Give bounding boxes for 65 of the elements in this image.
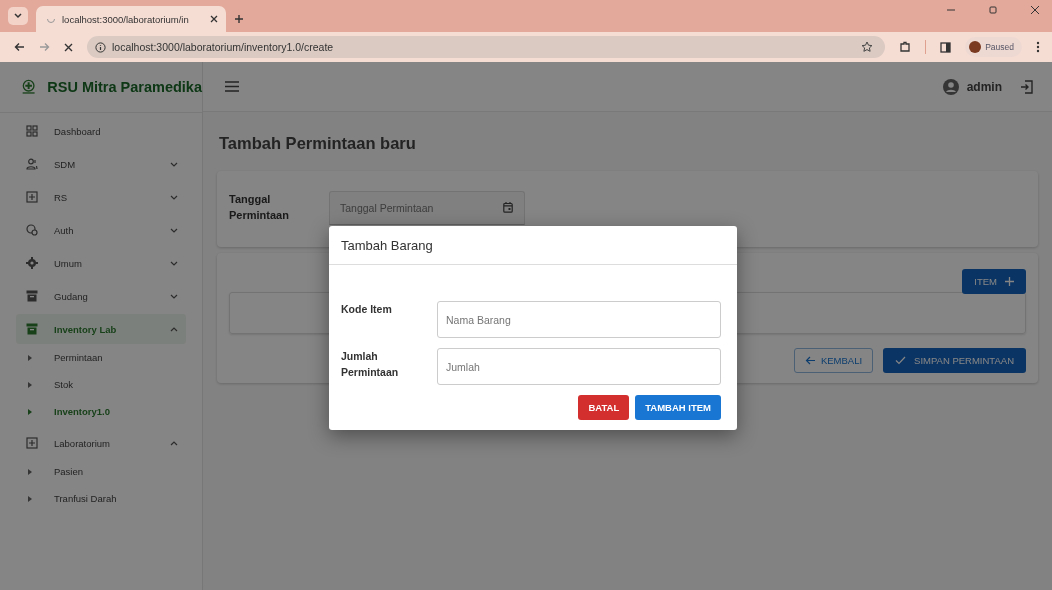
menu-item-icon	[26, 158, 38, 170]
input-field[interactable]: Nama Barang	[437, 301, 721, 338]
puzzle-icon[interactable]	[899, 41, 912, 53]
modal-title: Tambah Barang	[329, 226, 737, 265]
tab-title: localhost:3000/laboratorium/in	[62, 13, 190, 25]
sidebar-subitem[interactable]: Tranfusi Darah	[16, 485, 186, 512]
brand-name: RSU Mitra Paramedika	[47, 79, 202, 95]
sidebar-subitem[interactable]: Stok	[16, 371, 186, 398]
field-label: Tanggal Permintaan	[229, 192, 290, 223]
star-icon[interactable]	[861, 41, 874, 53]
tab-list-button[interactable]	[8, 7, 28, 25]
user-avatar-icon	[942, 78, 959, 95]
menu-item-icon	[26, 125, 38, 137]
address-bar[interactable]: localhost:3000/laboratorium/inventory1.0/create	[87, 36, 886, 58]
close-icon[interactable]	[1030, 5, 1040, 15]
cancel-button[interactable]: BATAL	[578, 395, 630, 420]
sidebar-item[interactable]: Umum	[16, 248, 186, 278]
menu-item-icon	[26, 191, 38, 203]
sidebar-item[interactable]: Inventory Lab	[16, 314, 186, 344]
plus-icon[interactable]	[234, 14, 244, 24]
sidebar-subitem[interactable]: Permintaan	[16, 344, 186, 371]
chevron-icon	[14, 13, 22, 19]
add-item-button[interactable]: ITEM	[962, 269, 1026, 294]
logout-icon[interactable]	[1020, 79, 1034, 94]
back-arrow-icon[interactable]	[14, 42, 25, 52]
sidebar-item[interactable]: RS	[16, 182, 186, 212]
input-field[interactable]: Jumlah	[437, 348, 721, 385]
sidebar-item[interactable]: Auth	[16, 215, 186, 245]
more-icon[interactable]	[1036, 41, 1040, 53]
sidebar-item[interactable]: Laboratorium	[16, 428, 186, 458]
triangle-icon	[28, 495, 32, 502]
side-panel-icon[interactable]	[940, 41, 952, 53]
stop-icon[interactable]	[64, 42, 73, 52]
menu-item-icon	[26, 290, 38, 302]
check-icon	[895, 356, 907, 365]
save-button[interactable]: SIMPAN PERMINTAAN	[883, 348, 1026, 373]
plus-icon	[1005, 277, 1014, 286]
calendar-icon[interactable]	[503, 202, 513, 213]
close-icon[interactable]	[210, 15, 218, 23]
sidebar-subitem[interactable]: Pasien	[16, 458, 186, 485]
user-name: admin	[966, 79, 1002, 94]
profile-button[interactable]: Paused	[965, 37, 1022, 57]
sidebar-item[interactable]: SDM	[16, 149, 186, 179]
triangle-icon	[28, 468, 32, 475]
date-field[interactable]: Tanggal Permintaan	[329, 191, 525, 225]
back-arrow-icon	[804, 356, 815, 365]
info-icon	[95, 41, 106, 53]
triangle-icon	[28, 381, 32, 388]
triangle-icon	[28, 354, 32, 361]
sidebar-subitem[interactable]: Inventory1.0	[16, 398, 186, 425]
menu-item-icon	[26, 257, 38, 269]
sidebar-item[interactable]: Gudang	[16, 281, 186, 311]
triangle-icon	[28, 408, 32, 415]
browser-tab[interactable]: localhost:3000/laboratorium/in	[36, 6, 226, 32]
menu-icon[interactable]	[225, 81, 239, 92]
back-button[interactable]: KEMBALI	[793, 348, 874, 373]
field-label: Jumlah Permintaan	[341, 349, 400, 380]
field-label: Kode Item	[341, 302, 393, 317]
menu-item-icon	[26, 437, 38, 449]
restore-icon[interactable]	[988, 5, 998, 15]
add-item-button[interactable]: TAMBAH ITEM	[635, 395, 721, 420]
page-title: Tambah Permintaan baru	[219, 134, 417, 153]
sidebar-item[interactable]: Dashboard	[16, 116, 186, 146]
menu-item-icon	[26, 323, 38, 335]
menu-item-icon	[26, 224, 38, 236]
